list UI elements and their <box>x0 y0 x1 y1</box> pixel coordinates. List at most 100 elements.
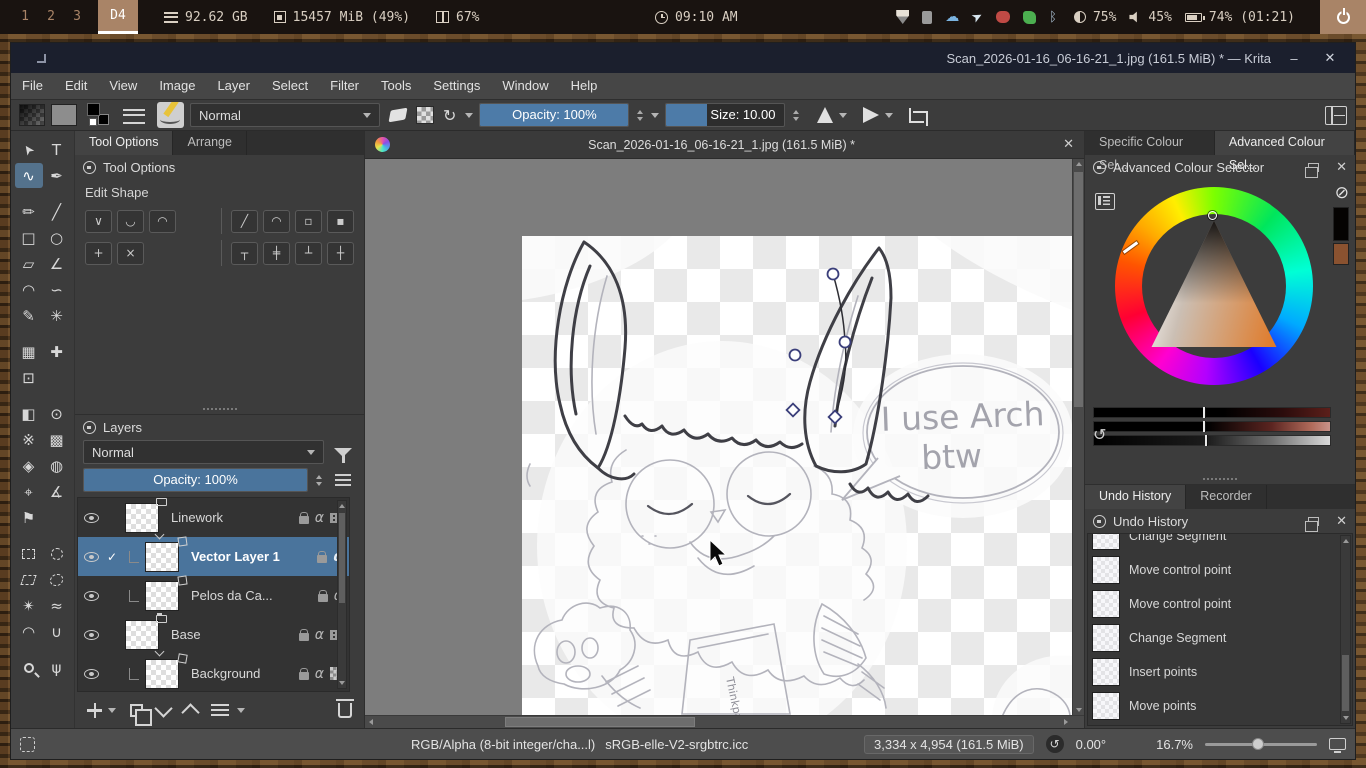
history-item[interactable]: Move control point <box>1088 553 1352 587</box>
tool-freehand-select[interactable] <box>43 567 71 592</box>
tool-bezier-curve[interactable]: ◠ <box>15 277 43 302</box>
tool-crop[interactable]: ⊡ <box>15 365 43 390</box>
menu-file[interactable]: File <box>11 73 54 99</box>
history-item[interactable]: Insert points <box>1088 655 1352 689</box>
history-item[interactable]: Change Segment <box>1088 533 1352 553</box>
tray-applet-icon[interactable] <box>922 11 932 24</box>
alpha-icon[interactable]: α <box>315 666 324 682</box>
eraser-mode-icon[interactable] <box>389 108 408 123</box>
lock-icon[interactable] <box>1093 515 1106 528</box>
fg-bg-colors[interactable] <box>87 103 111 127</box>
component-slider-2[interactable] <box>1093 421 1331 432</box>
trim-icon[interactable] <box>909 108 924 123</box>
workspace-1[interactable]: 1 <box>12 0 38 34</box>
tool-ellipse-select[interactable] <box>43 541 71 566</box>
menu-settings[interactable]: Settings <box>422 73 491 99</box>
chevron-down-icon[interactable] <box>651 113 659 118</box>
visibility-eye-icon[interactable] <box>84 552 99 562</box>
break-at-point-button[interactable]: ┬ <box>231 242 258 265</box>
remove-point-button[interactable]: × <box>117 242 144 265</box>
size-spinner[interactable] <box>791 110 801 121</box>
chevron-down-icon[interactable] <box>885 113 893 118</box>
add-layer-button[interactable] <box>87 703 102 718</box>
history-item[interactable]: Move control point <box>1088 587 1352 621</box>
corner-point-button[interactable]: ∨ <box>85 210 112 233</box>
smooth-point-button[interactable]: ◡ <box>117 210 144 233</box>
document-close-icon[interactable]: ✕ <box>1063 137 1074 152</box>
duplicate-layer-button[interactable] <box>130 704 143 717</box>
close-button[interactable]: ✕ <box>1317 50 1343 66</box>
scroll-left-arrow[interactable] <box>365 716 377 728</box>
tool-line[interactable]: ╱ <box>43 199 71 224</box>
selector-settings-icon[interactable] <box>1095 193 1115 210</box>
slider-marker[interactable] <box>1205 435 1208 446</box>
image-dimensions[interactable]: 3,334 x 4,954 (161.5 MiB) <box>864 735 1034 754</box>
symmetric-point-button[interactable]: ◠ <box>149 210 176 233</box>
tool-polyline[interactable]: ∠ <box>43 251 71 276</box>
layer-row-linework[interactable]: Linework α <box>78 498 349 537</box>
layer-properties-button[interactable] <box>211 704 229 716</box>
tray-green-app-icon[interactable] <box>1023 11 1036 24</box>
history-scrollbar[interactable] <box>1340 535 1351 724</box>
brush-preset-list-icon[interactable] <box>123 106 145 124</box>
layers-menu-icon[interactable] <box>335 474 351 486</box>
scrollbar-thumb[interactable] <box>1342 655 1349 711</box>
point-to-curve-button[interactable]: ▪ <box>327 210 354 233</box>
tool-contiguous-select[interactable]: ✴ <box>15 593 43 618</box>
lock-icon[interactable] <box>299 672 309 680</box>
tool-reference-images[interactable]: ⚑ <box>15 505 43 530</box>
layer-row-background[interactable]: Background α <box>78 654 349 692</box>
visibility-eye-icon[interactable] <box>84 513 99 523</box>
alpha-icon[interactable]: α <box>315 627 324 643</box>
lock-icon[interactable] <box>317 555 327 563</box>
tool-freehand-brush[interactable]: ✏ <box>15 199 43 224</box>
telegram-icon[interactable]: ➤ <box>969 8 986 26</box>
tool-bezier-select[interactable]: ◠ <box>15 619 43 644</box>
layer-row-pelos[interactable]: Pelos da Ca... α <box>78 576 349 615</box>
document-canvas[interactable]: I use Arch btw Thinkpaw <box>522 236 1072 715</box>
point-to-line-button[interactable]: ▫ <box>295 210 322 233</box>
break-segment-button[interactable]: ╪ <box>263 242 290 265</box>
move-layer-down-button[interactable] <box>154 699 172 717</box>
scroll-right-arrow[interactable] <box>1060 716 1072 728</box>
brush-preset-icon[interactable] <box>157 102 184 128</box>
segment-to-curve-button[interactable]: ◠ <box>263 210 290 233</box>
tab-tool-options[interactable]: Tool Options <box>75 131 173 155</box>
scrollbar-thumb[interactable] <box>339 513 345 603</box>
preserve-alpha-icon[interactable] <box>416 106 434 124</box>
menu-filter[interactable]: Filter <box>319 73 370 99</box>
refresh-icon[interactable]: ↺ <box>1085 423 1106 444</box>
tool-magnetic-select[interactable]: ∪ <box>43 619 71 644</box>
visibility-eye-icon[interactable] <box>84 630 99 640</box>
sv-marker[interactable] <box>1208 211 1217 220</box>
tool-smart-patch[interactable]: ▩ <box>43 427 71 452</box>
menu-help[interactable]: Help <box>560 73 609 99</box>
color-history-swatch-black[interactable] <box>1333 207 1349 241</box>
cloud-icon[interactable]: ☁ <box>945 10 959 24</box>
history-item[interactable]: Move points <box>1088 723 1352 726</box>
opacity-slider[interactable]: Opacity: 100% <box>479 103 629 127</box>
title-bar[interactable]: Scan_2026-01-16_06-16-21_1.jpg (161.5 Mi… <box>11 43 1355 73</box>
tool-pan[interactable]: ψ <box>43 655 71 680</box>
gradient-swatch[interactable] <box>19 104 45 126</box>
layer-blending-dropdown[interactable]: Normal <box>83 440 324 464</box>
chevron-down-icon[interactable] <box>237 708 245 713</box>
scrollbar-thumb[interactable] <box>505 717 695 727</box>
zoom-slider[interactable] <box>1205 743 1317 746</box>
blending-mode-dropdown[interactable]: Normal <box>190 103 380 127</box>
layer-filter-icon[interactable] <box>334 448 352 457</box>
no-color-icon[interactable]: ⊘ <box>1335 185 1349 202</box>
tab-undo-history[interactable]: Undo History <box>1085 485 1186 509</box>
workspace-3[interactable]: 3 <box>64 0 90 34</box>
visibility-eye-icon[interactable] <box>84 591 99 601</box>
menu-edit[interactable]: Edit <box>54 73 98 99</box>
tool-similar-select[interactable]: ≈ <box>43 593 71 618</box>
tool-polygon[interactable]: ▱ <box>15 251 43 276</box>
component-slider-1[interactable] <box>1093 407 1331 418</box>
dock-resize-handle[interactable] <box>1085 474 1355 484</box>
tool-text[interactable]: T <box>43 137 71 162</box>
move-layer-up-button[interactable] <box>181 703 199 721</box>
selection-mode-icon[interactable] <box>20 737 35 752</box>
layer-row-base[interactable]: Base α <box>78 615 349 654</box>
canvas-vertical-scrollbar[interactable] <box>1072 159 1084 715</box>
